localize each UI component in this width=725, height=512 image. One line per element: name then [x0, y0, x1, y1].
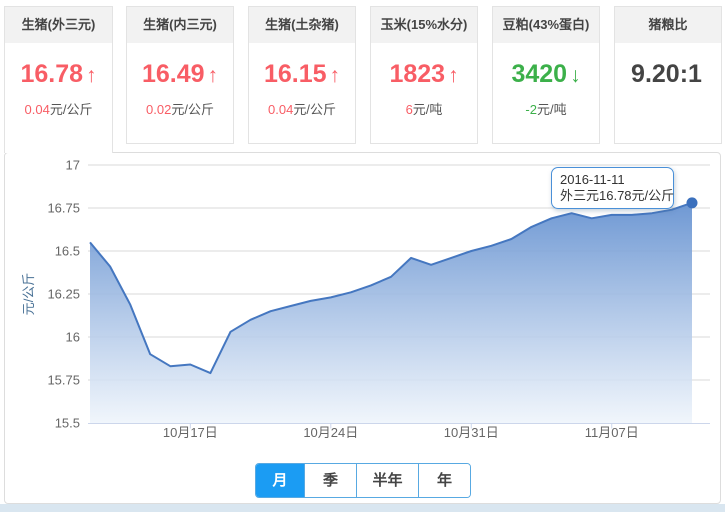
y-axis-tick-label: 17 — [66, 158, 80, 173]
tab-half-year[interactable]: 半年 — [356, 464, 418, 497]
card-unit: 元/公斤 — [293, 102, 336, 117]
card-change: 0.04 — [268, 102, 294, 117]
up-arrow-icon: ↑ — [86, 64, 97, 87]
card-value: 16.49 — [141, 60, 205, 88]
chart-tooltip: 2016-11-11 外三元16.78元/公斤 — [551, 167, 674, 209]
tab-month[interactable]: 月 — [256, 464, 304, 497]
card-title: 生猪(内三元) — [127, 7, 233, 43]
card-change: -2 — [525, 102, 537, 117]
card-value-row: 1823 ↑ — [371, 60, 477, 89]
card-value: 16.78 — [20, 60, 84, 88]
tab-quarter[interactable]: 季 — [304, 464, 356, 497]
up-arrow-icon: ↑ — [448, 64, 459, 87]
x-axis-tick-label: 10月17日 — [163, 425, 218, 440]
area-fill — [90, 202, 692, 423]
x-axis-tick-label: 11月07日 — [585, 425, 639, 440]
card-change-row: 0.04元/公斤 — [5, 99, 112, 118]
tooltip-value: 外三元16.78元/公斤 — [560, 188, 675, 203]
y-axis-tick-label: 16.75 — [47, 201, 80, 216]
y-axis-tick-label: 15.5 — [55, 416, 80, 431]
card-value-row: 16.49 ↑ — [127, 60, 233, 89]
last-point-marker — [686, 197, 698, 209]
y-axis-tick-label: 16.5 — [55, 244, 80, 259]
card-title: 猪粮比 — [615, 7, 721, 43]
dashboard: 生猪(外三元) 16.78 ↑ 0.04元/公斤 生猪(内三元) 16.49 ↑ 0… — [0, 0, 725, 512]
price-card-hog-grain-ratio[interactable]: 猪粮比 9.20:1 — [614, 6, 722, 144]
card-title: 玉米(15%水分) — [371, 7, 477, 43]
card-change: 0.02 — [146, 102, 172, 117]
card-value-row: 16.15 ↑ — [249, 60, 355, 89]
card-title: 生猪(土杂猪) — [249, 7, 355, 43]
y-axis-tick-label: 16 — [66, 330, 80, 345]
price-card-tuzazhu[interactable]: 生猪(土杂猪) 16.15 ↑ 0.04元/公斤 — [248, 6, 356, 144]
card-change-row: -2元/吨 — [493, 99, 599, 118]
card-value-row: 16.78 ↑ — [5, 60, 112, 89]
card-value: 1823 — [389, 60, 446, 88]
card-change-row: 0.02元/公斤 — [127, 99, 233, 118]
up-arrow-icon: ↑ — [207, 64, 219, 87]
card-value: 3420 — [511, 60, 568, 88]
card-title: 豆粕(43%蛋白) — [493, 7, 599, 43]
card-change-row: 0.04元/公斤 — [249, 99, 355, 118]
x-axis-tick-label: 10月24日 — [303, 425, 358, 440]
period-tab-group: 月 季 半年 年 — [255, 463, 471, 498]
up-arrow-icon: ↑ — [329, 64, 341, 87]
card-change: 6 — [405, 102, 413, 117]
card-title: 生猪(外三元) — [5, 7, 112, 43]
card-unit: 元/吨 — [536, 102, 567, 117]
y-axis-title: 元/公斤 — [21, 273, 36, 316]
card-value: 9.20:1 — [631, 60, 702, 88]
card-change-row: 6元/吨 — [371, 99, 477, 118]
card-value-row: 9.20:1 — [615, 60, 721, 89]
price-card-waisanyuan[interactable]: 生猪(外三元) 16.78 ↑ 0.04元/公斤 — [4, 6, 113, 153]
y-axis-tick-label: 15.75 — [47, 373, 80, 388]
card-unit: 元/公斤 — [171, 102, 214, 117]
price-card-corn[interactable]: 玉米(15%水分) 1823 ↑ 6元/吨 — [370, 6, 478, 144]
y-axis-tick-label: 16.25 — [47, 287, 80, 302]
price-card-neisanyuan[interactable]: 生猪(内三元) 16.49 ↑ 0.02元/公斤 — [126, 6, 234, 144]
card-change: 0.04 — [24, 102, 50, 117]
x-axis-tick-label: 10月31日 — [444, 425, 499, 440]
card-value-row: 3420 ↓ — [493, 60, 599, 89]
price-card-soybean-meal[interactable]: 豆粕(43%蛋白) 3420 ↓ -2元/吨 — [492, 6, 600, 144]
card-value: 16.15 — [263, 60, 327, 88]
down-arrow-icon: ↓ — [570, 64, 581, 87]
card-unit: 元/吨 — [412, 102, 443, 117]
tooltip-date: 2016-11-11 — [560, 172, 625, 187]
card-unit: 元/公斤 — [49, 102, 93, 117]
tab-year[interactable]: 年 — [418, 464, 470, 497]
